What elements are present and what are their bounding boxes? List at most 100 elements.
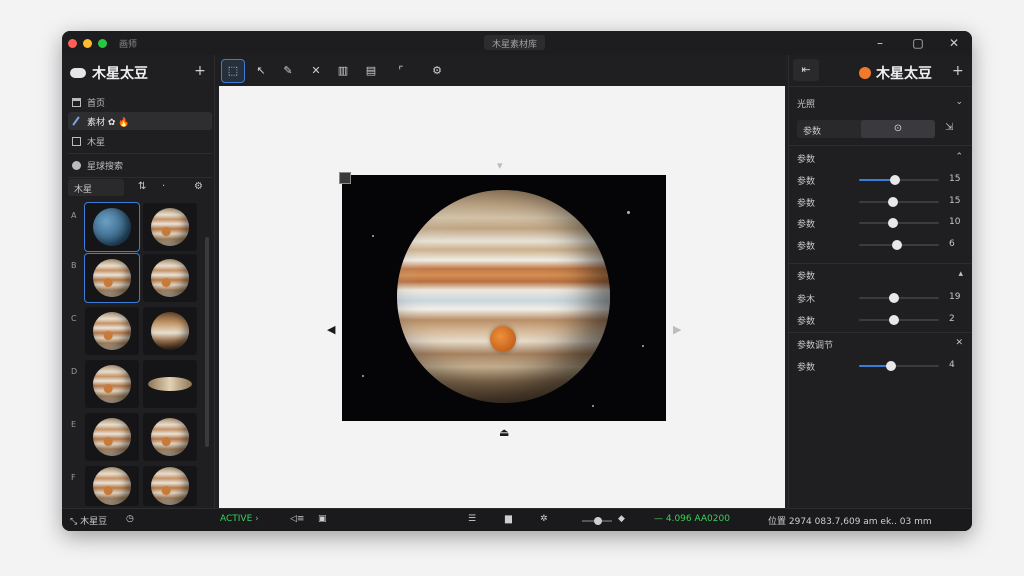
- section-header-params-2[interactable]: 参数 ▴: [797, 269, 965, 285]
- sidebar-item-home[interactable]: 首页: [68, 93, 212, 111]
- brand-name: 木星太豆: [92, 66, 148, 82]
- slider-track[interactable]: [859, 196, 939, 207]
- speaker-icon[interactable]: ◁≡: [290, 514, 304, 524]
- slider-row: 参数 2: [797, 313, 965, 327]
- slider-knob[interactable]: [887, 196, 898, 207]
- thumbnail[interactable]: [143, 203, 197, 251]
- layers-tool-icon[interactable]: ▥: [332, 60, 354, 82]
- status-left-label: 木星豆: [80, 517, 108, 527]
- planet-thumbnail-image: [93, 312, 131, 350]
- fill-icon[interactable]: ◆: [618, 514, 625, 524]
- filter-dropdown[interactable]: 木星: [68, 179, 124, 196]
- settings-tool-icon[interactable]: ⚙: [426, 60, 448, 82]
- document-tool-icon[interactable]: ▤: [360, 60, 382, 82]
- star: [642, 345, 644, 347]
- sort-icon[interactable]: ⇅: [138, 181, 146, 192]
- slider-track[interactable]: [859, 175, 939, 185]
- maximize-icon[interactable]: ▢: [908, 35, 928, 51]
- right-panel-header: ⇤ 木星太豆 +: [789, 55, 972, 86]
- slider-track[interactable]: [859, 361, 939, 371]
- thumbnail[interactable]: [143, 360, 197, 408]
- folder-icon[interactable]: ▆: [505, 514, 512, 524]
- slider-track[interactable]: [859, 314, 939, 325]
- zoom-knob[interactable]: [594, 517, 602, 525]
- slider-label: 参木: [797, 295, 816, 305]
- slider-track[interactable]: [859, 239, 939, 250]
- planet-thumbnail-image: [93, 365, 131, 403]
- thumbnail[interactable]: [84, 253, 140, 303]
- minimize-icon[interactable]: –: [870, 35, 890, 51]
- thumbnail[interactable]: [143, 307, 197, 355]
- zoom-window-button[interactable]: [98, 39, 107, 48]
- slider-track[interactable]: [859, 218, 939, 228]
- arrow-right-icon[interactable]: ▶: [673, 323, 681, 336]
- thumbnail[interactable]: [85, 307, 139, 355]
- layers-icon[interactable]: ▣: [318, 514, 327, 524]
- panel-toggle-icon[interactable]: ⇤: [793, 59, 819, 81]
- pen-tool-icon[interactable]: ✎: [277, 60, 299, 82]
- sidebar-item-jupiter[interactable]: 木星: [68, 132, 212, 150]
- add-panel-button[interactable]: +: [952, 63, 964, 79]
- dot-icon[interactable]: ·: [162, 181, 165, 192]
- sidebar-scrollbar[interactable]: [205, 237, 209, 447]
- slider-knob[interactable]: [887, 218, 898, 228]
- slider-knob[interactable]: [889, 293, 900, 303]
- close-icon[interactable]: ✕: [944, 35, 964, 51]
- thumbnail[interactable]: [143, 254, 197, 302]
- sidebar-item-assets[interactable]: 素材 ✿ 🔥: [68, 112, 212, 130]
- slider-knob[interactable]: [889, 314, 900, 325]
- thumbnail[interactable]: [85, 360, 139, 408]
- slider-knob[interactable]: [890, 175, 900, 185]
- slider-label: 参数: [797, 363, 816, 373]
- sidebar-item-label: 素材 ✿ 🔥: [87, 117, 130, 128]
- section-header-lighting[interactable]: 光照 ⌄: [797, 97, 965, 113]
- slider-knob[interactable]: [892, 239, 903, 250]
- slider-knob[interactable]: [886, 361, 896, 371]
- expand-icon[interactable]: ⇲: [945, 122, 953, 133]
- resize-handle[interactable]: [339, 172, 351, 184]
- thumbnail[interactable]: [143, 466, 197, 506]
- sidebar-item-label: 首页: [87, 98, 106, 109]
- jupiter-image[interactable]: [342, 175, 666, 421]
- thumbnail[interactable]: [143, 413, 197, 461]
- select-tool-icon[interactable]: ⬚: [221, 59, 245, 83]
- crop-tool-icon[interactable]: ✕: [305, 60, 327, 82]
- close-window-button[interactable]: [68, 39, 77, 48]
- expand-arrows-icon: ⤡: [70, 517, 81, 527]
- coordinate-readout: 位置 2974 083.7,609 am ek.. 03 mm: [768, 517, 932, 527]
- divider: [789, 332, 972, 333]
- close-icon[interactable]: ✕: [955, 338, 963, 348]
- planet-thumbnail-image: [93, 208, 131, 246]
- add-button[interactable]: +: [192, 63, 208, 83]
- row-label: F: [71, 473, 76, 482]
- thumbnail[interactable]: [85, 413, 139, 461]
- zoom-slider[interactable]: [582, 517, 612, 525]
- right-brand: 木星太豆: [859, 63, 932, 83]
- frame-tool-icon[interactable]: ⌜: [390, 60, 412, 82]
- chevron-up-icon: ⌃: [955, 152, 963, 162]
- top-handle-icon[interactable]: ▾: [497, 159, 503, 172]
- slider-track[interactable]: [859, 293, 939, 303]
- pointer-tool-icon[interactable]: ↖: [250, 60, 272, 82]
- cloud-icon: [70, 68, 86, 78]
- clock-icon[interactable]: ◷: [126, 514, 134, 524]
- thumbnail[interactable]: [85, 466, 139, 506]
- gear-icon[interactable]: ⚙: [194, 181, 203, 192]
- section-header-params[interactable]: 参数 ⌃: [797, 152, 965, 168]
- canvas[interactable]: ▾ ◀ ▶ ⏏: [219, 86, 785, 508]
- status-bar: ⤡ 木星豆 ◷ ACTIVE › ◁≡ ▣ ☰ ▆ ✲ ◆ — 4.096 AA…: [62, 508, 972, 531]
- sidebar-item-search[interactable]: 星球搜索: [68, 156, 212, 174]
- gear-small-icon[interactable]: ✲: [540, 514, 548, 524]
- segment-target-icon[interactable]: ⊙: [861, 120, 935, 138]
- thumbnail-grid: A B C D E F: [62, 202, 215, 506]
- minimize-window-button[interactable]: [83, 39, 92, 48]
- segment-params[interactable]: 参数: [797, 120, 859, 138]
- slider-label: 参数: [797, 316, 816, 327]
- arrow-left-icon[interactable]: ◀: [327, 323, 335, 336]
- bottom-handle-icon[interactable]: ⏏: [499, 426, 509, 439]
- slider-row: 参数 4: [797, 359, 965, 373]
- segmented-control[interactable]: 参数 ⊙: [797, 120, 935, 138]
- section-header-adjust[interactable]: 参数调节 ✕: [797, 338, 965, 354]
- list-icon[interactable]: ☰: [468, 514, 476, 524]
- thumbnail[interactable]: [84, 202, 140, 252]
